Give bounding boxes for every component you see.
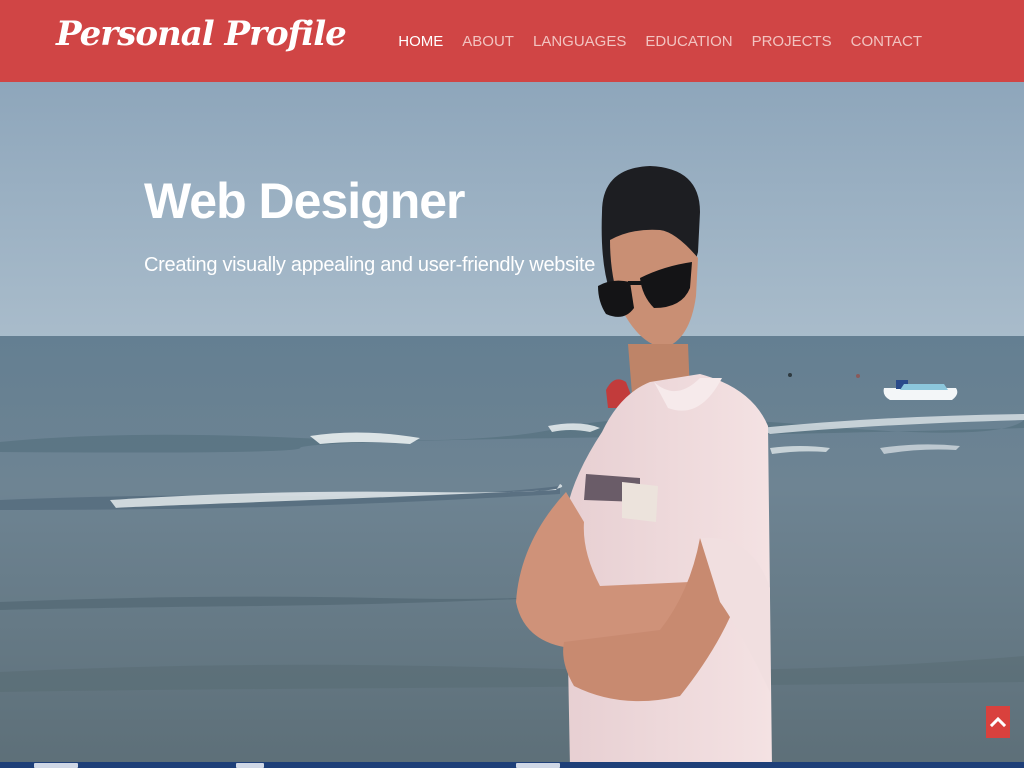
nav-link-contact[interactable]: CONTACT	[851, 33, 922, 50]
chevron-up-icon	[990, 716, 1006, 728]
hero-title: Web Designer	[144, 173, 465, 229]
main-nav: HOME ABOUT LANGUAGES EDUCATION PROJECTS …	[398, 0, 922, 82]
hero-subtitle: Creating visually appealing and user-fri…	[144, 254, 596, 276]
nav-link-education[interactable]: EDUCATION	[645, 33, 732, 50]
nav-link-about[interactable]: ABOUT	[462, 33, 514, 50]
nav-link-home[interactable]: HOME	[398, 33, 443, 50]
brand-logo[interactable]: Personal Profile	[56, 14, 347, 54]
taskbar-button[interactable]	[516, 763, 560, 768]
taskbar	[0, 762, 1024, 768]
navbar: Personal Profile HOME ABOUT LANGUAGES ED…	[0, 0, 1024, 82]
nav-link-projects[interactable]: PROJECTS	[752, 33, 832, 50]
back-to-top-button[interactable]	[986, 706, 1010, 738]
nav-link-languages[interactable]: LANGUAGES	[533, 33, 626, 50]
taskbar-button[interactable]	[236, 763, 264, 768]
taskbar-button[interactable]	[34, 763, 78, 768]
hero-section: Web Designer Creating visually appealing…	[0, 82, 1024, 768]
